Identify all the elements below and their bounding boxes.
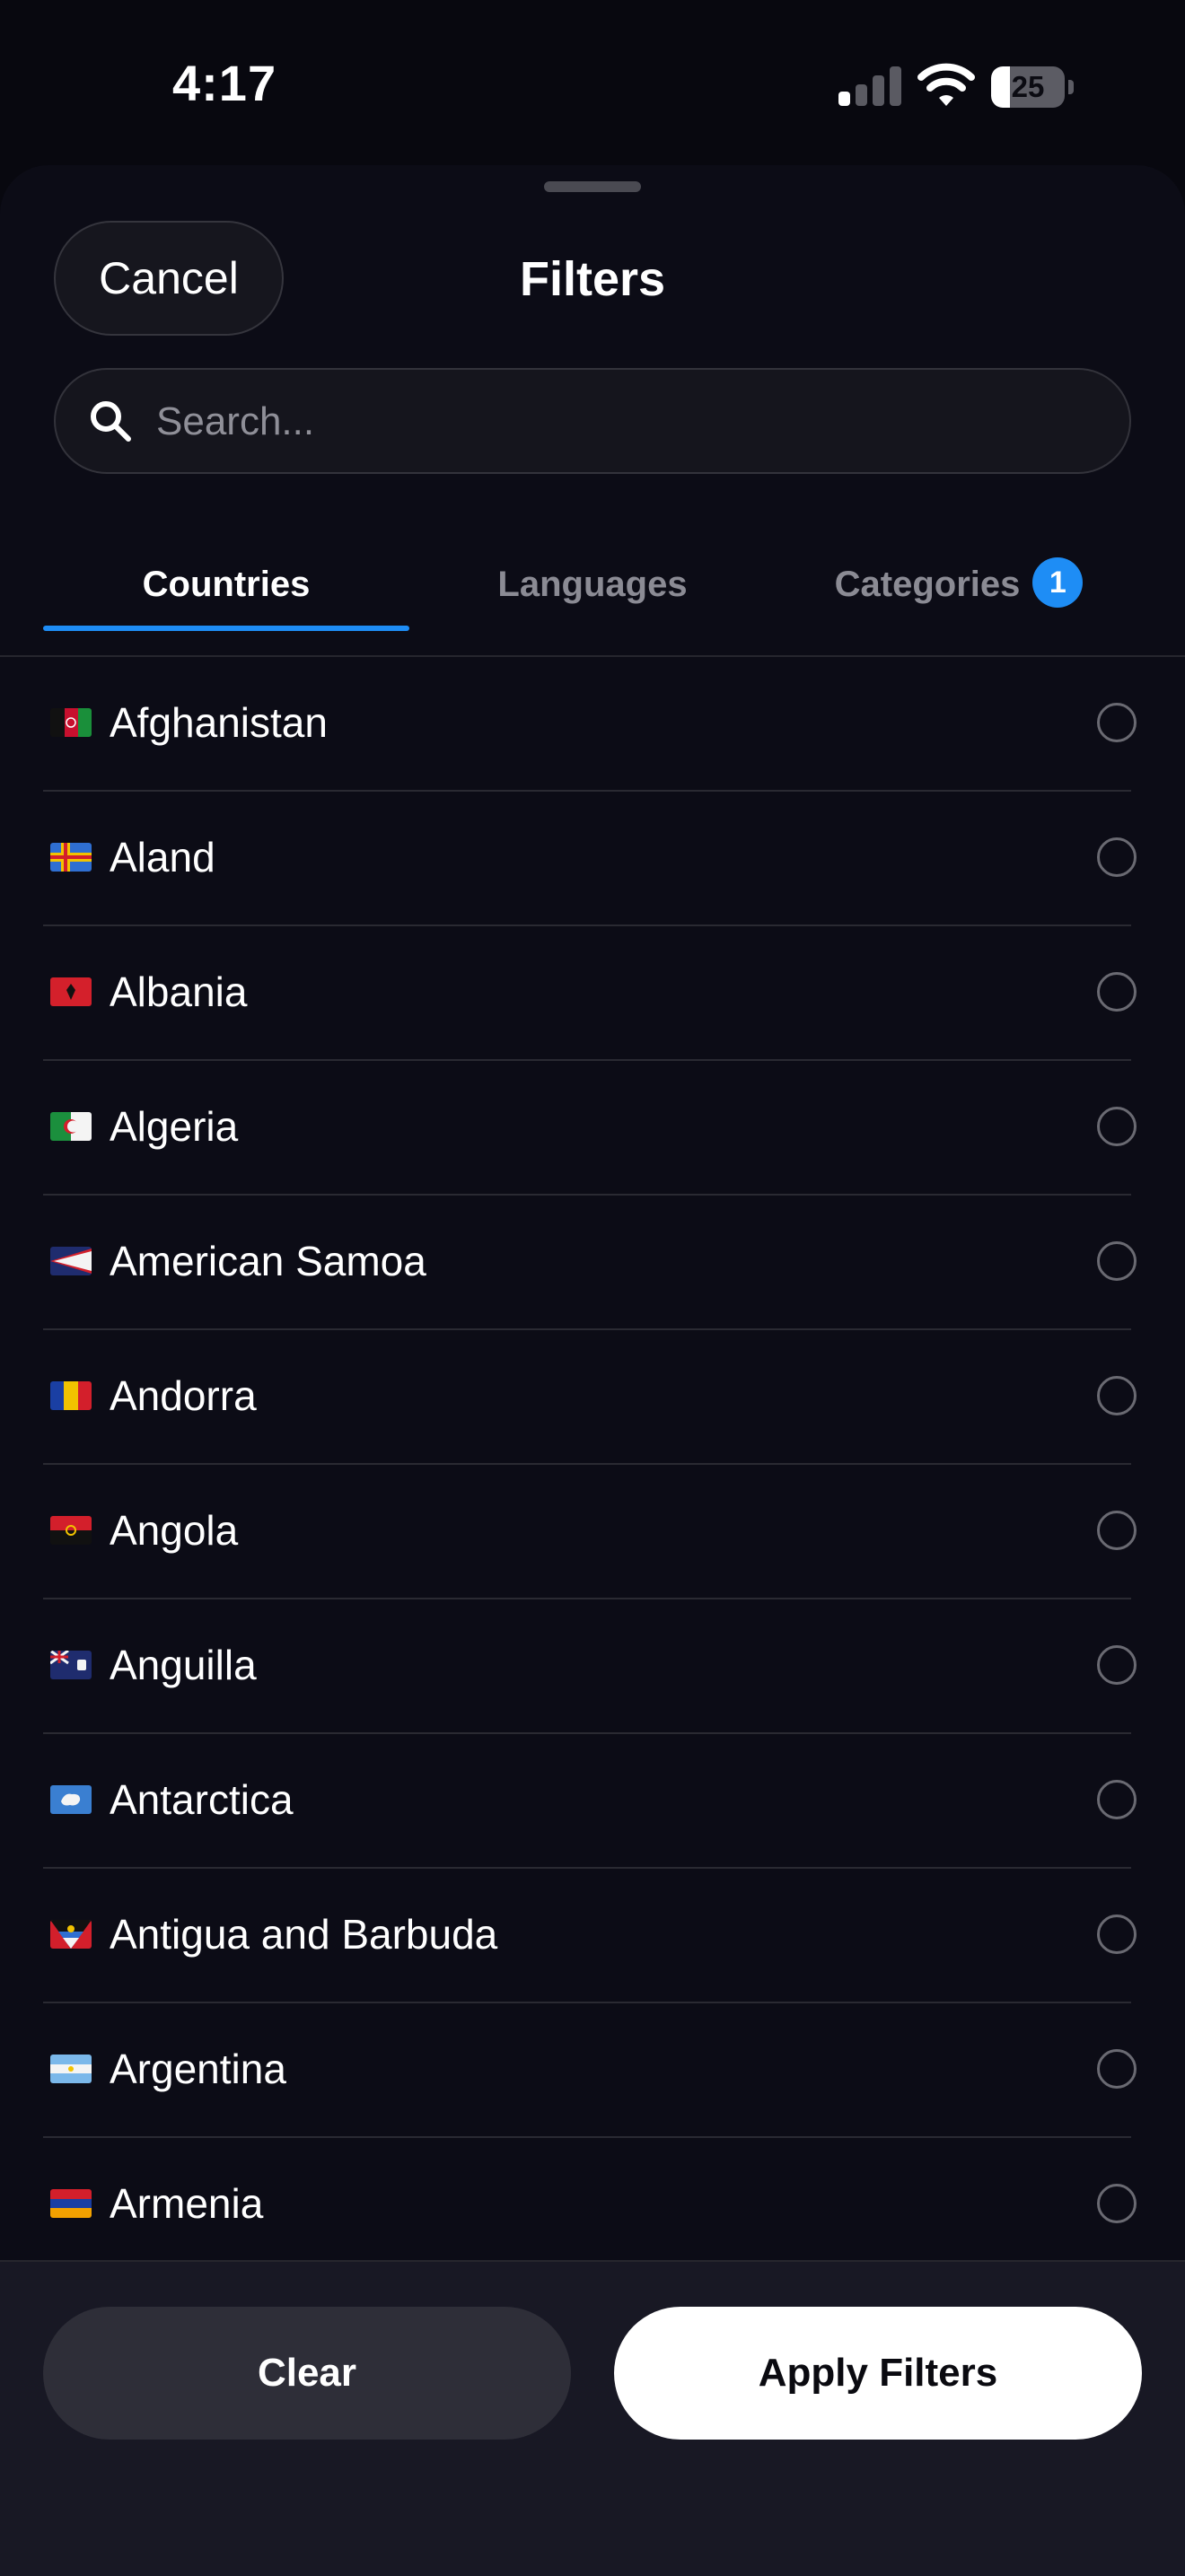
status-time: 4:17 xyxy=(172,55,277,111)
country-name: Albania xyxy=(110,968,248,1015)
country-row[interactable]: Albania xyxy=(0,926,1185,1061)
filters-sheet: Cancel Filters Countries Languages Categ… xyxy=(0,165,1185,2574)
country-radio[interactable] xyxy=(1097,2184,1137,2223)
search-bar[interactable] xyxy=(54,368,1131,474)
country-radio[interactable] xyxy=(1097,837,1137,877)
country-name: Angola xyxy=(110,1507,239,1554)
country-row[interactable]: Afghanistan xyxy=(0,657,1185,792)
country-radio[interactable] xyxy=(1097,703,1137,742)
country-radio[interactable] xyxy=(1097,1376,1137,1415)
country-name: American Samoa xyxy=(110,1238,426,1284)
sheet-grabber[interactable] xyxy=(544,181,641,192)
flag-albania-icon xyxy=(50,977,92,1006)
country-name: Armenia xyxy=(110,2180,264,2227)
flag-angola-icon xyxy=(50,1516,92,1545)
country-row[interactable]: Argentina xyxy=(0,2003,1185,2138)
country-row[interactable]: Algeria xyxy=(0,1061,1185,1196)
country-name: Afghanistan xyxy=(110,699,328,746)
flag-afghanistan-icon xyxy=(50,708,92,737)
country-radio[interactable] xyxy=(1097,1511,1137,1550)
flag-andorra-icon xyxy=(50,1381,92,1410)
active-tab-indicator xyxy=(43,626,409,631)
country-list[interactable]: Afghanistan Aland Albania Algeria Americ… xyxy=(0,657,1185,2305)
country-row[interactable]: Angola xyxy=(0,1465,1185,1599)
flag-aland-icon xyxy=(50,843,92,872)
clear-button[interactable]: Clear xyxy=(43,2307,571,2440)
country-name: Antigua and Barbuda xyxy=(110,1911,498,1958)
search-icon xyxy=(91,401,131,442)
tab-countries[interactable]: Countries xyxy=(43,535,409,634)
country-name: Aland xyxy=(110,834,215,881)
country-name: Argentina xyxy=(110,2046,286,2092)
tab-label: Categories xyxy=(834,565,1021,604)
status-bar: 4:17 25 xyxy=(0,0,1185,171)
flag-american-samoa-icon xyxy=(50,1247,92,1275)
flag-anguilla-icon xyxy=(50,1651,92,1679)
flag-algeria-icon xyxy=(50,1112,92,1141)
tab-label: Countries xyxy=(142,565,311,604)
country-row[interactable]: Anguilla xyxy=(0,1599,1185,1734)
country-row[interactable]: Aland xyxy=(0,792,1185,926)
tab-languages[interactable]: Languages xyxy=(409,535,776,634)
country-row[interactable]: Antigua and Barbuda xyxy=(0,1869,1185,2003)
sheet-title: Filters xyxy=(519,252,666,306)
country-radio[interactable] xyxy=(1097,2049,1137,2089)
flag-armenia-icon xyxy=(50,2189,92,2218)
signal-icon xyxy=(838,65,901,106)
flag-antarctica-icon xyxy=(50,1785,92,1814)
country-radio[interactable] xyxy=(1097,1914,1137,1954)
tab-label: Languages xyxy=(497,565,688,604)
country-radio[interactable] xyxy=(1097,1645,1137,1685)
battery-icon: 25 xyxy=(991,66,1074,108)
apply-filters-button[interactable]: Apply Filters xyxy=(614,2307,1142,2440)
country-row[interactable]: Armenia xyxy=(0,2138,1185,2273)
country-name: Andorra xyxy=(110,1372,257,1419)
country-radio[interactable] xyxy=(1097,1780,1137,1819)
country-radio[interactable] xyxy=(1097,1241,1137,1281)
wifi-icon xyxy=(917,63,975,106)
country-row[interactable]: American Samoa xyxy=(0,1196,1185,1330)
country-radio[interactable] xyxy=(1097,972,1137,1012)
sheet-footer: Clear Apply Filters xyxy=(0,2260,1185,2576)
country-name: Algeria xyxy=(110,1103,239,1150)
battery-level: 25 xyxy=(1011,70,1045,103)
country-name: Antarctica xyxy=(110,1776,294,1823)
flag-antigua-barbuda-icon xyxy=(50,1920,92,1949)
country-name: Anguilla xyxy=(110,1642,257,1688)
country-radio[interactable] xyxy=(1097,1107,1137,1146)
search-input[interactable] xyxy=(154,370,1110,474)
flag-argentina-icon xyxy=(50,2055,92,2083)
categories-count-badge: 1 xyxy=(1032,557,1084,609)
country-row[interactable]: Antarctica xyxy=(0,1734,1185,1869)
country-row[interactable]: Andorra xyxy=(0,1330,1185,1465)
tab-categories[interactable]: Categories 1 xyxy=(776,535,1142,634)
